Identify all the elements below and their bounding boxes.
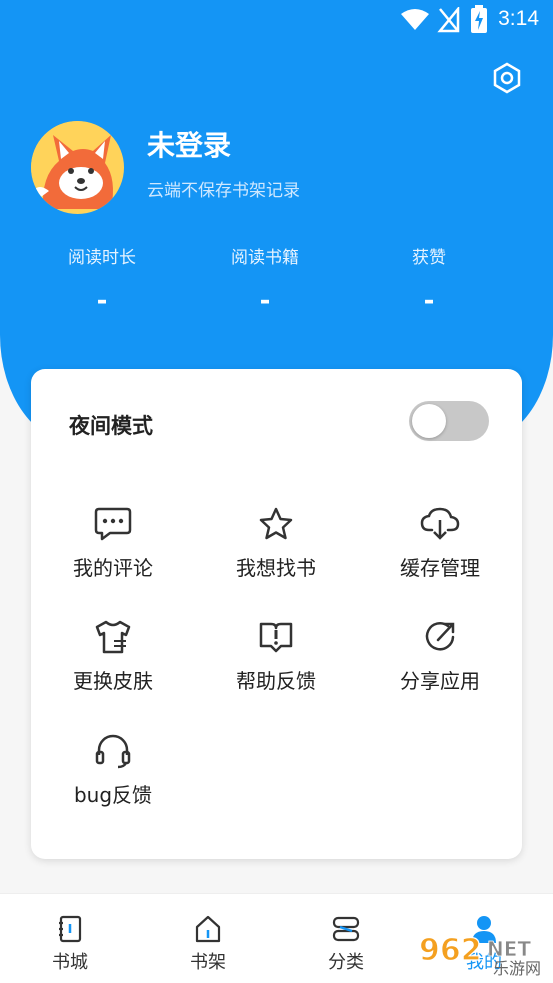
night-mode-label: 夜间模式: [69, 414, 153, 438]
tab-label: 书城: [52, 952, 88, 973]
menu-label: 我的评论: [73, 556, 153, 580]
home-icon: [195, 915, 221, 943]
fox-avatar-icon: [31, 121, 123, 213]
cloud-download-icon: [420, 507, 460, 540]
stat-label: 获赞: [412, 248, 446, 268]
menu-item-help-feedback[interactable]: 帮助反馈: [194, 619, 358, 694]
watermark-logo: 962 NET 乐游网: [415, 930, 545, 978]
headset-icon: [95, 734, 131, 769]
share-icon: [425, 622, 455, 651]
menu-label: 帮助反馈: [236, 669, 316, 693]
menu-item-find-book[interactable]: 我想找书: [194, 506, 358, 581]
tab-bookstore[interactable]: 书城: [20, 914, 120, 974]
menu-label: 我想找书: [236, 556, 316, 580]
watermark-text-962: 962: [419, 933, 482, 968]
menu-item-change-skin[interactable]: 更换皮肤: [31, 619, 195, 694]
menu-label: 更换皮肤: [73, 669, 153, 693]
tab-label: 书架: [190, 952, 226, 973]
book-icon: [59, 915, 82, 943]
tshirt-icon: [95, 620, 131, 654]
stat-books-read[interactable]: 阅读书籍 -: [185, 243, 345, 316]
menu-label: 缓存管理: [400, 556, 480, 580]
no-signal-icon: [437, 7, 460, 33]
sync-hint: 云端不保存书架记录: [147, 181, 300, 201]
stat-value: -: [423, 286, 435, 316]
menu-item-cache[interactable]: 缓存管理: [358, 506, 522, 581]
battery-charging-icon: [471, 5, 487, 33]
tab-label: 分类: [328, 952, 364, 973]
stat-label: 阅读时长: [68, 248, 136, 268]
menu-item-my-comments[interactable]: 我的评论: [31, 506, 195, 581]
tab-category[interactable]: 分类: [296, 914, 396, 974]
tab-bookshelf[interactable]: 书架: [158, 914, 258, 974]
stat-reading-time[interactable]: 阅读时长 -: [22, 243, 182, 316]
help-icon: [259, 622, 293, 653]
settings-icon[interactable]: [491, 62, 523, 94]
stat-value: -: [96, 286, 108, 316]
night-mode-toggle[interactable]: [409, 401, 489, 441]
star-icon: [259, 507, 293, 540]
status-time: 3:14: [498, 7, 539, 30]
menu-label: bug反馈: [73, 783, 153, 807]
menu-item-bug-feedback[interactable]: bug反馈: [31, 733, 195, 808]
menu-item-share-app[interactable]: 分享应用: [358, 619, 522, 694]
toggle-knob: [412, 404, 446, 438]
stat-likes[interactable]: 获赞 -: [349, 243, 509, 316]
watermark-text-site: 乐游网: [493, 959, 541, 976]
status-bar: 3:14: [0, 0, 553, 40]
username[interactable]: 未登录: [147, 124, 231, 164]
category-icon: [332, 916, 360, 942]
watermark-text-net: NET: [487, 937, 531, 961]
stat-label: 阅读书籍: [231, 248, 299, 268]
comment-icon: [94, 507, 132, 541]
avatar[interactable]: [31, 121, 124, 214]
menu-card: 夜间模式 我的评论 我想找书 缓存管理 更换皮肤 帮助反馈 分享应用 bug反馈: [31, 369, 522, 859]
stat-value: -: [259, 286, 271, 316]
wifi-icon: [401, 9, 429, 30]
menu-label: 分享应用: [400, 669, 480, 693]
